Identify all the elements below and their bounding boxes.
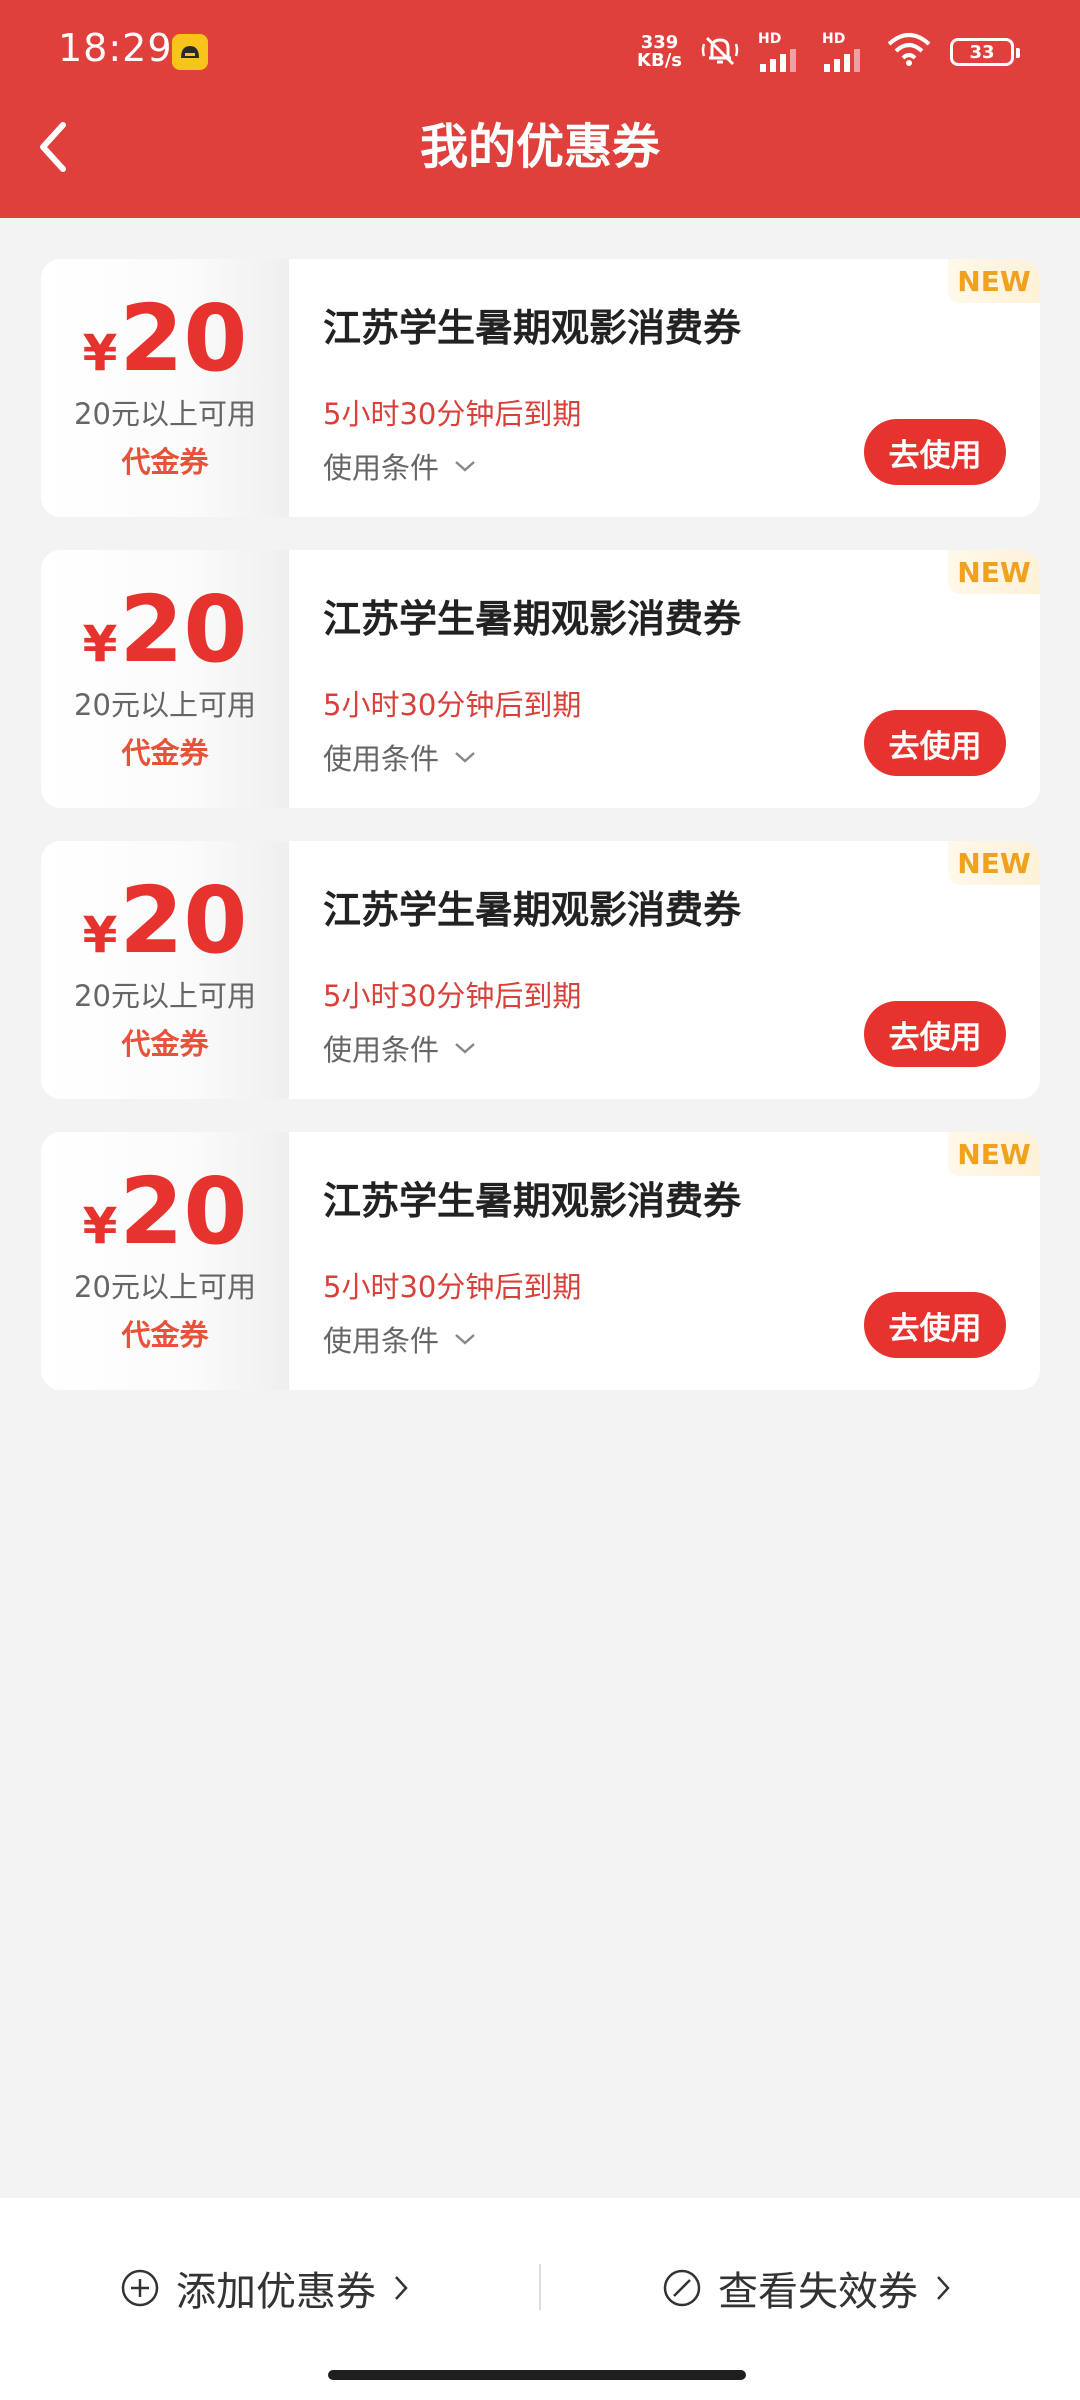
currency-symbol: ¥ — [82, 615, 118, 673]
coupon-card: ¥ 20 20元以上可用 代金券 江苏学生暑期观影消费券 5小时30分钟后到期 … — [41, 841, 1040, 1099]
usage-conditions-label: 使用条件 — [323, 1324, 440, 1358]
wifi-icon — [886, 32, 932, 72]
usage-conditions-toggle[interactable]: 使用条件 — [323, 445, 477, 487]
new-badge: NEW — [948, 1132, 1040, 1176]
coupon-card: ¥ 20 20元以上可用 代金券 江苏学生暑期观影消费券 5小时30分钟后到期 … — [41, 259, 1040, 517]
coupon-type: 代金券 — [121, 736, 209, 770]
usage-conditions-label: 使用条件 — [323, 742, 440, 776]
usage-conditions-toggle[interactable]: 使用条件 — [323, 1027, 477, 1069]
use-coupon-button[interactable]: 去使用 — [864, 419, 1006, 485]
new-badge: NEW — [948, 841, 1040, 885]
coupon-amount: ¥ 20 — [41, 580, 289, 680]
prohibited-icon — [663, 2269, 701, 2307]
status-time: 18:29 — [58, 26, 173, 70]
new-badge: NEW — [948, 550, 1040, 594]
coupon-expiry: 5小时30分钟后到期 — [323, 397, 582, 431]
chevron-down-icon — [455, 1043, 475, 1054]
chevron-right-icon — [395, 2276, 408, 2300]
coupon-expiry: 5小时30分钟后到期 — [323, 979, 582, 1013]
back-button[interactable] — [18, 112, 88, 182]
coupon-threshold: 20元以上可用 — [74, 1270, 256, 1304]
plus-circle-icon — [121, 2269, 159, 2307]
chevron-down-icon — [455, 1334, 475, 1345]
coupon-name: 江苏学生暑期观影消费券 — [323, 888, 742, 932]
currency-symbol: ¥ — [82, 906, 118, 964]
usage-conditions-label: 使用条件 — [323, 451, 440, 485]
network-speed-unit: KB/s — [637, 50, 682, 71]
amount-value: 20 — [119, 1158, 248, 1265]
usage-conditions-label: 使用条件 — [323, 1033, 440, 1067]
view-expired-label: 查看失效券 — [718, 2269, 918, 2315]
use-coupon-button[interactable]: 去使用 — [864, 1292, 1006, 1358]
use-coupon-button[interactable]: 去使用 — [864, 1001, 1006, 1067]
amount-value: 20 — [119, 867, 248, 974]
cellular-signal-icon-1: HD — [758, 32, 804, 72]
coupon-name: 江苏学生暑期观影消费券 — [323, 597, 742, 641]
coupon-threshold: 20元以上可用 — [74, 979, 256, 1013]
home-indicator[interactable] — [328, 2370, 746, 2380]
app-notification-icon — [172, 34, 208, 70]
chevron-down-icon — [455, 752, 475, 763]
new-badge: NEW — [948, 259, 1040, 303]
coupon-type: 代金券 — [121, 1318, 209, 1352]
add-coupon-label: 添加优惠券 — [176, 2269, 376, 2315]
coupon-amount: ¥ 20 — [41, 1162, 289, 1262]
coupon-name: 江苏学生暑期观影消费券 — [323, 1179, 742, 1223]
status-bar: 18:29 339 KB/s HD HD 33 — [0, 0, 1080, 100]
footer-divider — [539, 2264, 541, 2310]
battery-indicator: 33 — [950, 38, 1020, 66]
coupon-threshold: 20元以上可用 — [74, 688, 256, 722]
app-header: 18:29 339 KB/s HD HD 33 我的优惠券 — [0, 0, 1080, 218]
page-title: 我的优惠券 — [419, 119, 660, 175]
coupon-card: ¥ 20 20元以上可用 代金券 江苏学生暑期观影消费券 5小时30分钟后到期 … — [41, 550, 1040, 808]
coupon-name: 江苏学生暑期观影消费券 — [323, 306, 742, 350]
use-coupon-button[interactable]: 去使用 — [864, 710, 1006, 776]
chevron-left-icon — [40, 122, 66, 172]
coupon-amount: ¥ 20 — [41, 871, 289, 971]
coupon-card: ¥ 20 20元以上可用 代金券 江苏学生暑期观影消费券 5小时30分钟后到期 … — [41, 1132, 1040, 1390]
coupon-type: 代金券 — [121, 445, 209, 479]
coupon-expiry: 5小时30分钟后到期 — [323, 1270, 582, 1304]
add-coupon-button[interactable]: 添加优惠券 — [120, 2240, 410, 2336]
amount-value: 20 — [119, 576, 248, 683]
coupon-value-panel: ¥ 20 20元以上可用 代金券 — [41, 1132, 289, 1390]
coupon-value-panel: ¥ 20 20元以上可用 代金券 — [41, 259, 289, 517]
cellular-signal-icon-2: HD — [822, 32, 868, 72]
coupon-list: ¥ 20 20元以上可用 代金券 江苏学生暑期观影消费券 5小时30分钟后到期 … — [41, 259, 1040, 1423]
coupon-type: 代金券 — [121, 1027, 209, 1061]
currency-symbol: ¥ — [82, 324, 118, 382]
view-expired-coupons-button[interactable]: 查看失效券 — [662, 2240, 952, 2336]
amount-value: 20 — [119, 285, 248, 392]
coupon-amount: ¥ 20 — [41, 289, 289, 389]
currency-symbol: ¥ — [82, 1197, 118, 1255]
coupon-value-panel: ¥ 20 20元以上可用 代金券 — [41, 841, 289, 1099]
muted-bell-icon — [700, 30, 740, 74]
coupon-expiry: 5小时30分钟后到期 — [323, 688, 582, 722]
chevron-right-icon — [937, 2276, 950, 2300]
usage-conditions-toggle[interactable]: 使用条件 — [323, 736, 477, 778]
status-icons: 339 KB/s HD HD 33 — [637, 30, 1020, 74]
usage-conditions-toggle[interactable]: 使用条件 — [323, 1318, 477, 1360]
coupon-threshold: 20元以上可用 — [74, 397, 256, 431]
coupon-value-panel: ¥ 20 20元以上可用 代金券 — [41, 550, 289, 808]
network-speed: 339 KB/s — [637, 34, 682, 70]
chevron-down-icon — [455, 461, 475, 472]
